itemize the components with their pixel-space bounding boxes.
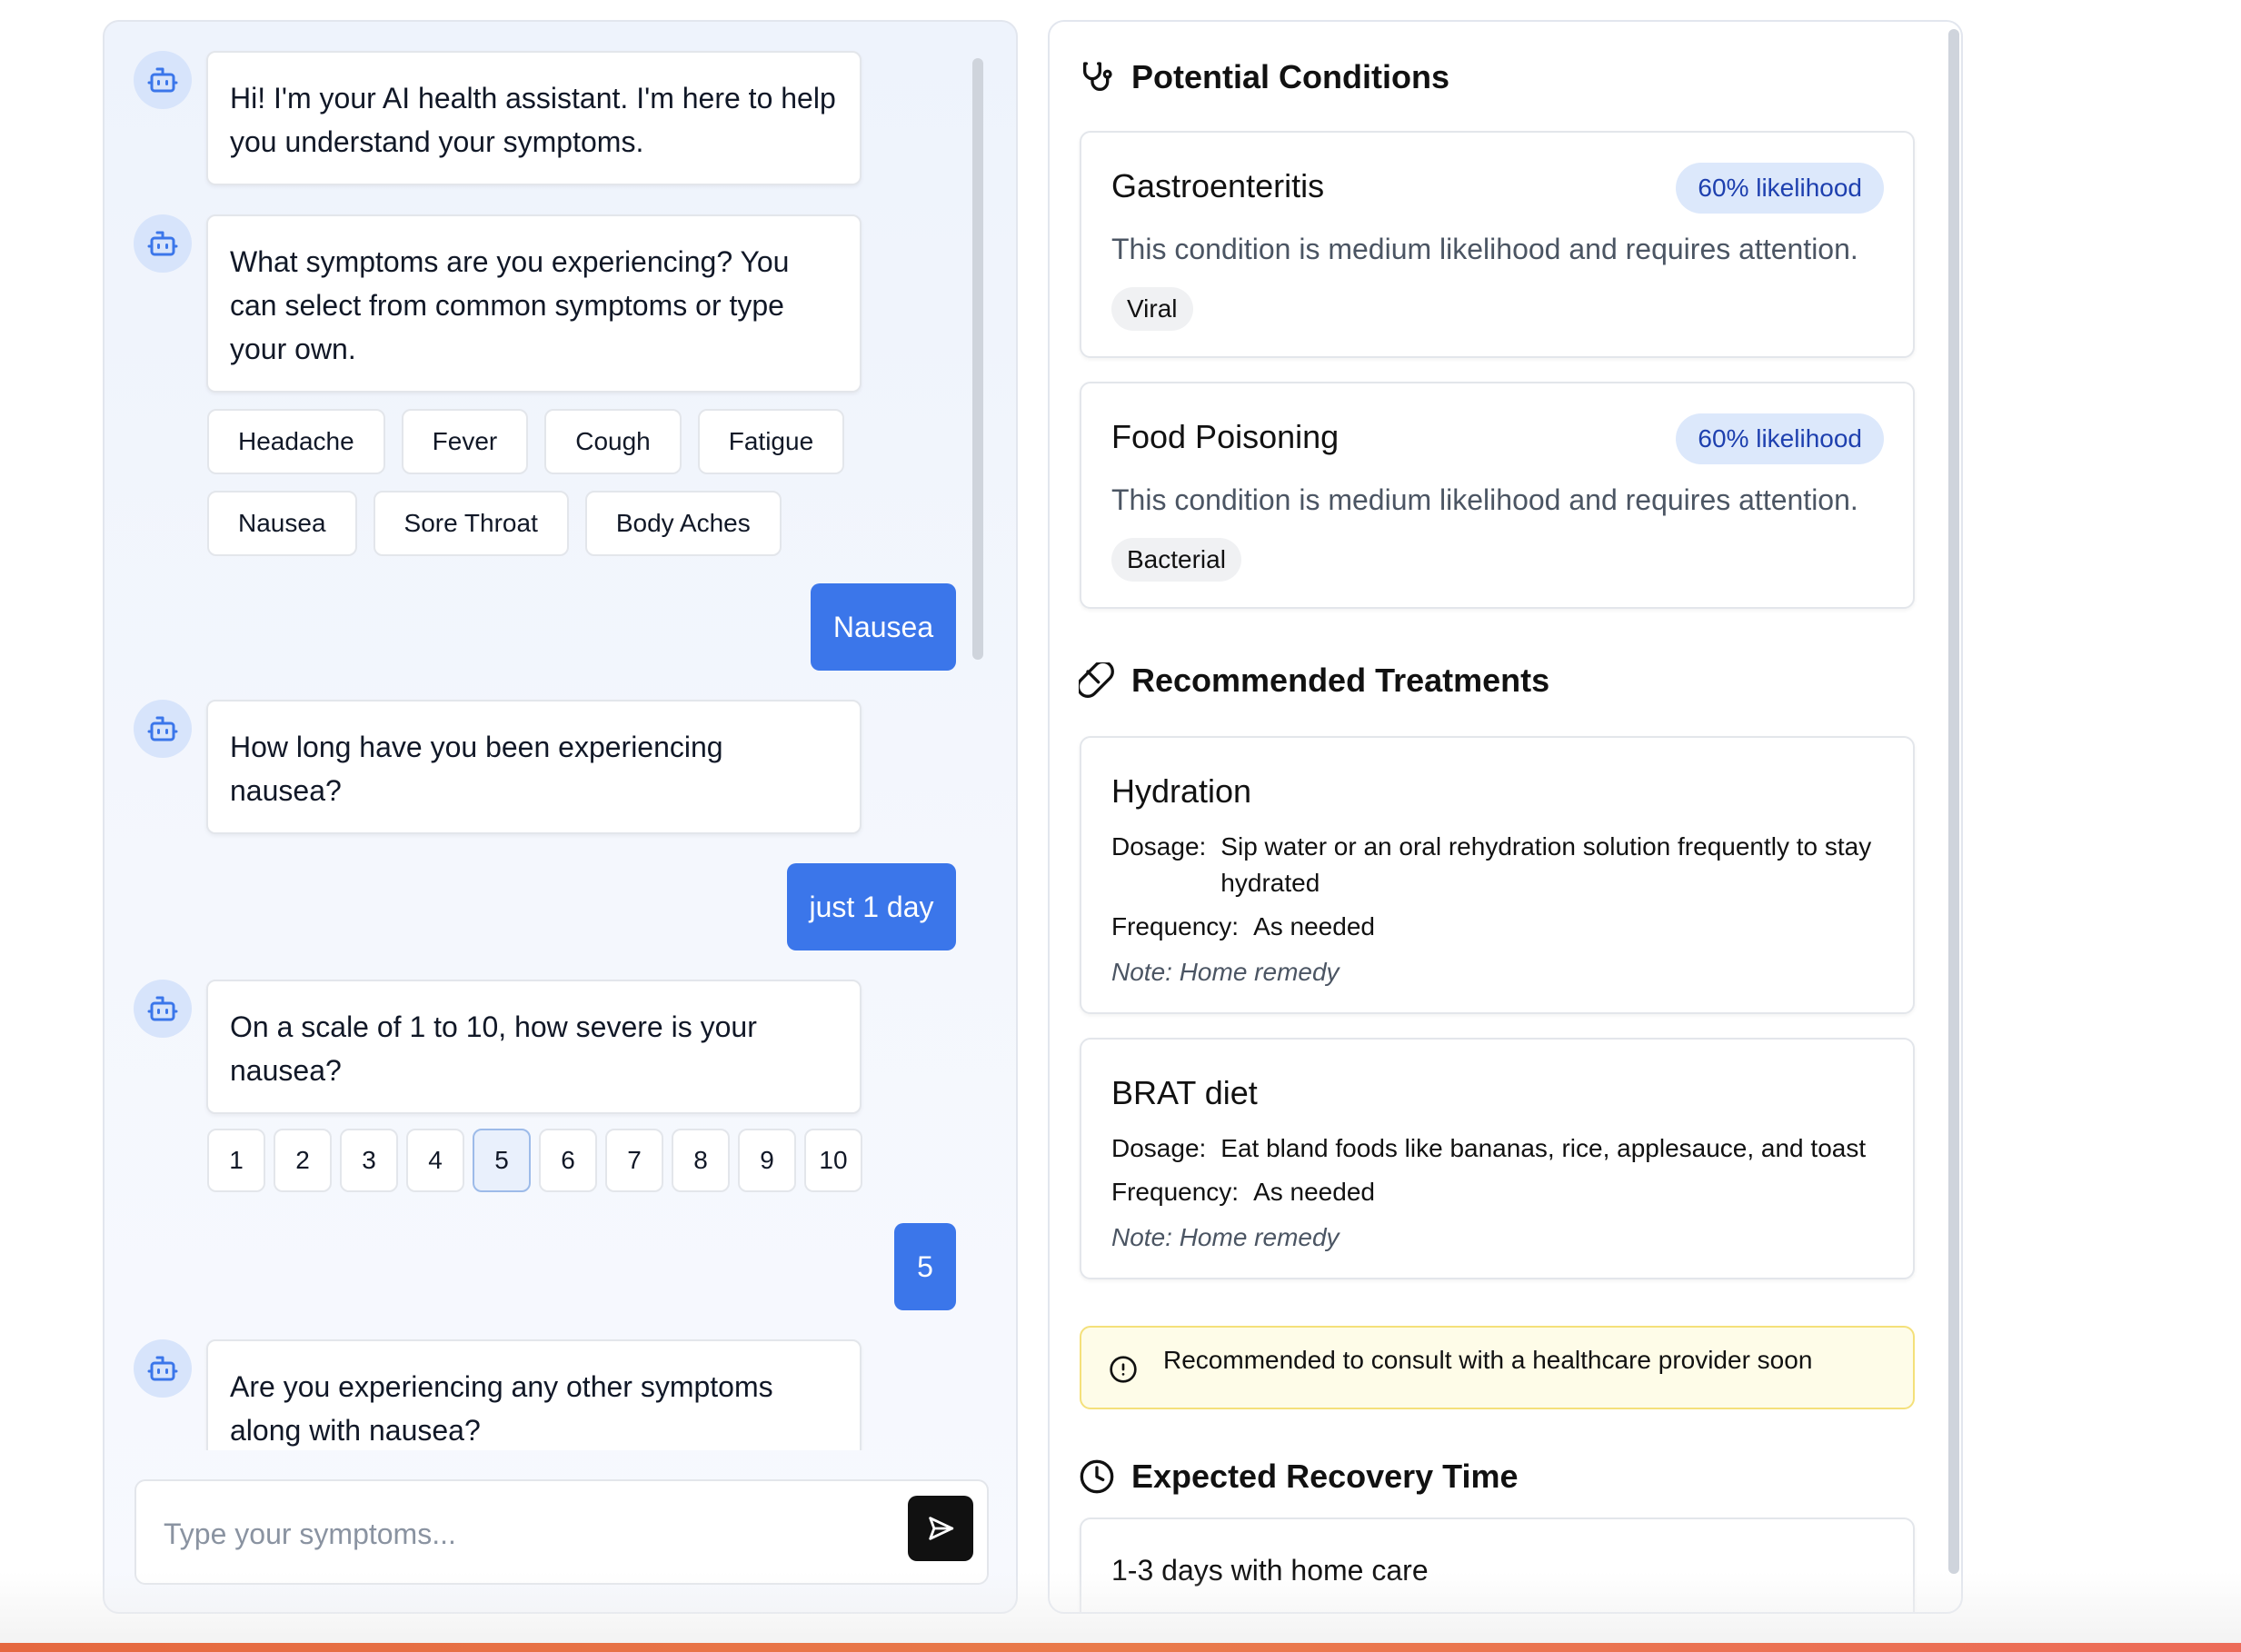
chat-scrollbar[interactable] [972, 58, 983, 660]
bot-icon [134, 700, 192, 758]
pill-icon [1079, 662, 1114, 698]
bot-icon [134, 980, 192, 1038]
bot-message-text: Are you experiencing any other symptoms … [206, 1339, 862, 1450]
severity-option-4[interactable]: 4 [406, 1129, 464, 1192]
treatment-frequency: Frequency: As needed [1111, 1174, 1375, 1210]
bot-message-text: How long have you been experiencing naus… [206, 700, 862, 834]
bot-message-text: What symptoms are you experiencing? You … [206, 214, 862, 393]
symptom-chip-body-aches[interactable]: Body Aches [584, 491, 782, 556]
symptom-chip-sore-throat[interactable]: Sore Throat [373, 491, 569, 556]
bot-message-text: On a scale of 1 to 10, how severe is you… [206, 980, 862, 1114]
treatment-dosage: Dosage: Eat bland foods like bananas, ri… [1111, 1130, 1893, 1167]
user-message: 5 [894, 1223, 956, 1310]
condition-tag: Viral [1111, 287, 1193, 331]
consult-alert: Recommended to consult with a healthcare… [1080, 1326, 1915, 1409]
treatment-card: BRAT diet Dosage: Eat bland foods like b… [1080, 1038, 1915, 1279]
likelihood-badge: 60% likelihood [1676, 413, 1884, 464]
treatment-dosage: Dosage: Sip water or an oral rehydration… [1111, 829, 1893, 901]
recovery-title: Expected Recovery Time [1131, 1458, 1519, 1495]
bot-message: What symptoms are you experiencing? You … [134, 214, 862, 393]
symptom-chip-cough[interactable]: Cough [544, 409, 682, 474]
stethoscope-icon [1083, 62, 1112, 91]
chat-messages: Hi! I'm your AI health assistant. I'm he… [105, 22, 1016, 1450]
dosage-label: Dosage: [1111, 832, 1207, 861]
severity-option-1[interactable]: 1 [207, 1129, 265, 1192]
frequency-label: Frequency: [1111, 1178, 1240, 1206]
chat-panel: Hi! I'm your AI health assistant. I'm he… [103, 20, 1018, 1614]
condition-name: Food Poisoning [1111, 418, 1340, 455]
bot-icon [134, 1339, 192, 1398]
severity-option-6[interactable]: 6 [539, 1129, 597, 1192]
conditions-title: Potential Conditions [1131, 58, 1449, 95]
symptom-chip-nausea[interactable]: Nausea [207, 491, 357, 556]
severity-option-8[interactable]: 8 [672, 1129, 730, 1192]
frequency-label: Frequency: [1111, 912, 1240, 940]
bot-message-text: Hi! I'm your AI health assistant. I'm he… [206, 51, 862, 185]
frequency-value: As needed [1253, 1178, 1375, 1206]
bottom-accent-bar [0, 1643, 2241, 1652]
user-message: Nausea [811, 583, 956, 671]
treatment-frequency: Frequency: As needed [1111, 909, 1375, 945]
likelihood-badge: 60% likelihood [1676, 163, 1884, 214]
condition-card: Food Poisoning 60% likelihood This condi… [1080, 382, 1915, 609]
severity-option-10[interactable]: 10 [804, 1129, 862, 1192]
bot-message: Hi! I'm your AI health assistant. I'm he… [134, 51, 862, 185]
bot-message: How long have you been experiencing naus… [134, 700, 862, 834]
send-button[interactable] [908, 1496, 973, 1561]
treatment-note: Note: Home remedy [1111, 958, 1340, 986]
condition-card: Gastroenteritis 60% likelihood This cond… [1080, 131, 1915, 358]
severity-option-9[interactable]: 9 [738, 1129, 796, 1192]
conditions-section-header: Potential Conditions [1079, 58, 1449, 96]
symptom-chips: Headache Fever Cough Fatigue Nausea Sore… [207, 409, 845, 572]
recovery-section-header: Expected Recovery Time [1079, 1458, 1519, 1496]
severity-option-7[interactable]: 7 [605, 1129, 663, 1192]
condition-name: Gastroenteritis [1111, 167, 1325, 204]
condition-tag: Bacterial [1111, 538, 1241, 582]
results-scrollbar[interactable] [1948, 29, 1959, 1574]
results-panel: Potential Conditions Gastroenteritis 60%… [1048, 20, 1963, 1614]
clock-icon [1080, 1459, 1114, 1494]
symptom-chip-fatigue[interactable]: Fatigue [697, 409, 845, 474]
symptom-chip-fever[interactable]: Fever [401, 409, 529, 474]
symptom-input-box [134, 1479, 989, 1585]
treatment-note: Note: Home remedy [1111, 1223, 1340, 1251]
severity-option-5[interactable]: 5 [473, 1129, 531, 1192]
bot-icon [134, 214, 192, 273]
recovery-text: 1-3 days with home care [1111, 1554, 1429, 1587]
send-icon [929, 1517, 954, 1540]
treatments-title: Recommended Treatments [1131, 662, 1550, 699]
severity-scale: 1 2 3 4 5 6 7 8 9 10 [207, 1129, 862, 1192]
treatments-section-header: Recommended Treatments [1079, 662, 1549, 700]
bot-icon [134, 51, 192, 109]
treatment-name: Hydration [1111, 772, 1252, 810]
dosage-value: Sip water or an oral rehydration solutio… [1220, 832, 1872, 897]
alert-text: Recommended to consult with a healthcare… [1163, 1346, 1813, 1374]
severity-option-3[interactable]: 3 [340, 1129, 398, 1192]
user-message: just 1 day [787, 863, 956, 950]
recovery-card: 1-3 days with home care [1080, 1518, 1915, 1612]
symptom-input[interactable] [164, 1508, 854, 1559]
treatment-card: Hydration Dosage: Sip water or an oral r… [1080, 736, 1915, 1014]
frequency-value: As needed [1253, 912, 1375, 940]
severity-option-2[interactable]: 2 [274, 1129, 332, 1192]
treatment-name: BRAT diet [1111, 1074, 1258, 1111]
alert-circle-icon [1110, 1356, 1137, 1383]
condition-description: This condition is medium likelihood and … [1111, 233, 1858, 265]
dosage-label: Dosage: [1111, 1134, 1207, 1162]
condition-description: This condition is medium likelihood and … [1111, 483, 1858, 516]
bot-message: On a scale of 1 to 10, how severe is you… [134, 980, 862, 1114]
symptom-chip-headache[interactable]: Headache [207, 409, 385, 474]
dosage-value: Eat bland foods like bananas, rice, appl… [1220, 1134, 1867, 1162]
bot-message: Are you experiencing any other symptoms … [134, 1339, 862, 1450]
